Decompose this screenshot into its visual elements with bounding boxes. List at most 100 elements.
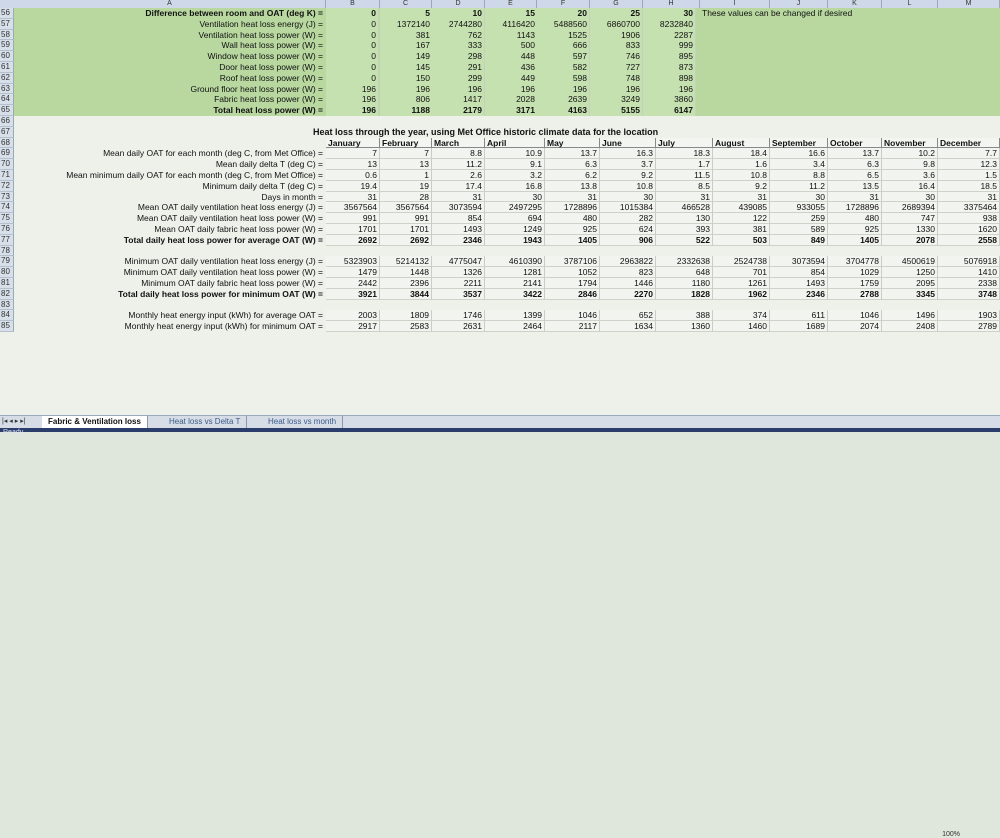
value-cell[interactable]: 9.8 bbox=[882, 159, 938, 170]
month-header[interactable]: October bbox=[828, 137, 882, 149]
value-cell[interactable]: 925 bbox=[545, 224, 600, 235]
value-cell[interactable]: 1701 bbox=[326, 224, 380, 235]
month-header[interactable]: January bbox=[326, 137, 380, 149]
value-cell[interactable]: 2346 bbox=[432, 234, 485, 246]
zoom-level[interactable]: 100% bbox=[942, 831, 960, 838]
value-cell[interactable]: 11.2 bbox=[770, 180, 828, 192]
value-cell[interactable]: 6147 bbox=[643, 105, 696, 116]
value-cell[interactable]: 449 bbox=[485, 72, 538, 84]
row-label[interactable]: Total daily heat loss power for average … bbox=[14, 235, 326, 246]
value-cell[interactable]: 933055 bbox=[770, 202, 828, 214]
row-number[interactable]: 65 bbox=[0, 105, 14, 116]
value-cell[interactable]: 4116420 bbox=[485, 18, 538, 30]
value-cell[interactable]: 196 bbox=[590, 83, 643, 95]
month-header[interactable]: May bbox=[545, 137, 600, 149]
month-header[interactable]: July bbox=[656, 137, 713, 149]
row-label[interactable]: Minimum OAT daily ventilation heat loss … bbox=[14, 256, 326, 267]
value-cell[interactable]: 3567564 bbox=[326, 202, 380, 214]
value-cell[interactable]: 1281 bbox=[485, 267, 545, 278]
value-cell[interactable]: 3748 bbox=[938, 288, 1000, 300]
value-cell[interactable]: 5076918 bbox=[938, 256, 1000, 268]
value-cell[interactable]: 196 bbox=[380, 83, 433, 95]
value-cell[interactable]: 873 bbox=[643, 62, 696, 73]
row-number[interactable]: 73 bbox=[0, 191, 14, 203]
row-number[interactable]: 75 bbox=[0, 213, 14, 224]
value-cell[interactable]: 25 bbox=[590, 8, 643, 19]
value-cell[interactable]: 2583 bbox=[380, 321, 432, 332]
tab-heat-loss-month[interactable]: Heat loss vs month bbox=[262, 416, 344, 428]
row-label[interactable]: Mean OAT daily ventilation heat loss ene… bbox=[14, 202, 326, 213]
row-number[interactable]: 70 bbox=[0, 159, 14, 170]
value-cell[interactable]: 16.4 bbox=[882, 180, 938, 192]
column-header[interactable]: B bbox=[326, 0, 380, 8]
row-label[interactable]: Window heat loss power (W) = bbox=[14, 51, 326, 62]
column-header[interactable]: L bbox=[882, 0, 938, 8]
value-cell[interactable]: 16.8 bbox=[485, 180, 545, 192]
row-number[interactable]: 72 bbox=[0, 180, 14, 192]
value-cell[interactable]: 1794 bbox=[545, 278, 600, 289]
column-header[interactable]: E bbox=[485, 0, 537, 8]
value-cell[interactable]: 503 bbox=[713, 234, 770, 246]
row-label[interactable]: Total heat loss power (W) = bbox=[14, 105, 326, 116]
value-cell[interactable]: 31 bbox=[656, 191, 713, 203]
value-cell[interactable]: 439085 bbox=[713, 202, 770, 214]
row-label[interactable]: Minimum OAT daily ventilation heat loss … bbox=[14, 267, 326, 278]
value-cell[interactable]: 1360 bbox=[656, 321, 713, 332]
row-label[interactable]: Monthly heat energy input (kWh) for mini… bbox=[14, 321, 326, 332]
value-cell[interactable]: 2287 bbox=[643, 29, 696, 41]
value-cell[interactable]: 3704778 bbox=[828, 256, 882, 268]
value-cell[interactable]: 2692 bbox=[380, 234, 432, 246]
value-cell[interactable]: 10.8 bbox=[600, 180, 656, 192]
value-cell[interactable]: 8.8 bbox=[770, 170, 828, 181]
value-cell[interactable]: 2396 bbox=[380, 278, 432, 289]
value-cell[interactable]: 1689 bbox=[770, 321, 828, 332]
row-label[interactable]: Door heat loss power (W) = bbox=[14, 62, 326, 73]
value-cell[interactable]: 196 bbox=[326, 105, 379, 116]
row-label[interactable]: Ventilation heat loss energy (J) = bbox=[14, 19, 326, 30]
value-cell[interactable]: 5214132 bbox=[380, 256, 432, 268]
value-cell[interactable]: 3422 bbox=[485, 288, 545, 300]
value-cell[interactable]: 2631 bbox=[432, 321, 485, 332]
month-header[interactable]: September bbox=[770, 137, 828, 149]
row-label[interactable]: Mean minimum daily OAT for each month (d… bbox=[14, 170, 326, 181]
value-cell[interactable]: 374 bbox=[713, 310, 770, 322]
value-cell[interactable]: 6860700 bbox=[590, 18, 643, 30]
value-cell[interactable]: 1417 bbox=[432, 94, 485, 106]
value-cell[interactable]: 31 bbox=[545, 191, 600, 203]
value-cell[interactable]: 1479 bbox=[326, 267, 380, 278]
row-label[interactable]: Minimum OAT daily fabric heat loss power… bbox=[14, 278, 326, 289]
value-cell[interactable]: 2524738 bbox=[713, 256, 770, 268]
value-cell[interactable]: 762 bbox=[432, 29, 485, 41]
row-label[interactable]: Mean OAT daily fabric heat loss power (W… bbox=[14, 224, 326, 235]
value-cell[interactable]: 701 bbox=[713, 267, 770, 278]
value-cell[interactable]: 196 bbox=[432, 83, 485, 95]
value-cell[interactable]: 1728896 bbox=[545, 202, 600, 214]
value-cell[interactable]: 6.3 bbox=[545, 159, 600, 170]
value-cell[interactable]: 5 bbox=[380, 8, 433, 19]
value-cell[interactable]: 2346 bbox=[770, 288, 828, 300]
value-cell[interactable]: 3567564 bbox=[380, 202, 432, 214]
tab-fabric-ventilation[interactable]: Fabric & Ventilation loss bbox=[42, 416, 148, 428]
value-cell[interactable]: 666 bbox=[537, 40, 590, 52]
value-cell[interactable]: 1701 bbox=[380, 224, 432, 235]
value-cell[interactable]: 1943 bbox=[485, 234, 545, 246]
row-number[interactable]: 76 bbox=[0, 224, 14, 235]
value-cell[interactable]: 3921 bbox=[326, 288, 380, 300]
value-cell[interactable]: 13 bbox=[326, 159, 380, 170]
value-cell[interactable]: 6.2 bbox=[545, 170, 600, 181]
column-header[interactable]: F bbox=[537, 0, 590, 8]
value-cell[interactable]: 122 bbox=[713, 213, 770, 224]
value-cell[interactable]: 1493 bbox=[432, 224, 485, 235]
row-label[interactable]: Fabric heat loss power (W) = bbox=[14, 94, 326, 105]
value-cell[interactable]: 1903 bbox=[938, 310, 1000, 322]
value-cell[interactable]: 31 bbox=[713, 191, 770, 203]
value-cell[interactable]: 388 bbox=[656, 310, 713, 322]
value-cell[interactable]: 1399 bbox=[485, 310, 545, 322]
value-cell[interactable]: 259 bbox=[770, 213, 828, 224]
value-cell[interactable]: 18.5 bbox=[938, 180, 1000, 192]
month-header[interactable]: March bbox=[432, 137, 485, 149]
value-cell[interactable]: 3844 bbox=[380, 288, 432, 300]
value-cell[interactable]: 2074 bbox=[828, 321, 882, 332]
value-cell[interactable]: 522 bbox=[656, 234, 713, 246]
value-cell[interactable]: 999 bbox=[643, 40, 696, 52]
